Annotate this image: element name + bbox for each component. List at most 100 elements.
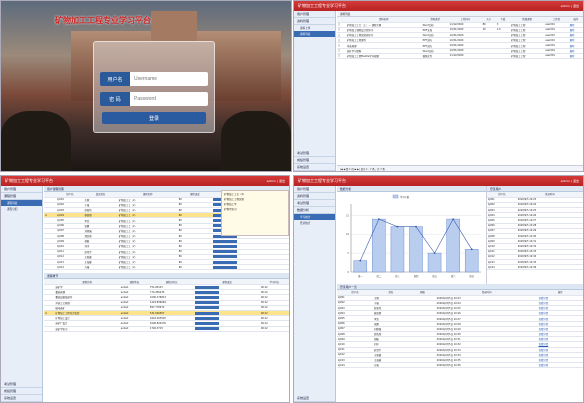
table-row[interactable]: kj003 赵新伟 2020年9月5日 10:25 查看详情 xyxy=(337,305,583,312)
sidebar-item-settings[interactable]: 系统设置 xyxy=(294,164,335,171)
progress-bar xyxy=(195,301,220,305)
progress-bar xyxy=(195,295,220,299)
y-tick-label: 0 xyxy=(348,271,350,274)
table-cell: 80 xyxy=(177,264,212,271)
progress-bar xyxy=(195,327,220,331)
progress-cell xyxy=(211,264,289,271)
chart-area: 数据分析 0 5 10 15 周一 周二 周三 周四 周五 周六 周日 学习人数 xyxy=(337,186,487,284)
progress-bar xyxy=(195,306,220,310)
sidebar-item-scores[interactable]: 成绩管理 xyxy=(294,157,335,164)
row-checkbox[interactable]: □ xyxy=(337,53,346,60)
sidebar-item-settings[interactable]: 系统设置 xyxy=(1,395,42,402)
sidebar-item-exams[interactable]: 考试管理 xyxy=(294,200,335,207)
row-checkbox[interactable] xyxy=(44,326,55,332)
table-row[interactable]: kj013 王海峰 2020年9月5日 10:35 查看详情 xyxy=(337,357,583,364)
table-cell: 2020/9/5 10:36 xyxy=(516,264,583,271)
table-row[interactable]: kj008 郑浩然 2020年9月5日 10:30 查看详情 xyxy=(337,331,583,338)
table-cell: user001 xyxy=(544,53,569,60)
progress-fill xyxy=(212,244,237,248)
header-title: 矿物加工工程专业学习平台 xyxy=(298,3,346,8)
bar xyxy=(464,249,479,273)
sidebar-sub-login-stats[interactable]: 登录统计 xyxy=(294,220,335,226)
progress-fill xyxy=(195,327,220,331)
table-cell: 矿物加工工（2） xyxy=(117,264,178,271)
table-cell: 选矿学实习 xyxy=(54,326,120,332)
table-row[interactable]: kj009 胡敏 2020年9月5日 10:31 查看详情 xyxy=(337,336,583,343)
app-title-banner: 矿物加工工程专业学习平台 xyxy=(55,16,151,25)
header-bar: 矿物加工工程专业学习平台 admin | 退出 xyxy=(294,176,583,186)
sidebar: 用户管理 课程管理 课程列表 课程分配 考试管理 成绩管理 系统设置 xyxy=(1,186,43,402)
table-row[interactable]: □ 矿物加工工程Mantle学习视频 视频文件 11/12/2020 矿物加工工程 use… xyxy=(337,53,583,60)
dropdown-option[interactable]: 矿物学实习 xyxy=(222,206,288,211)
header-user[interactable]: admin | 退出 xyxy=(561,179,579,183)
table-cell: 矿物加工工程 xyxy=(510,53,545,60)
sidebar-item-materials[interactable]: 资料管理 xyxy=(294,18,335,25)
password-input[interactable] xyxy=(130,92,208,106)
y-tick-label: 10 xyxy=(346,233,349,236)
table-cell: 11/12/2020 xyxy=(448,53,482,60)
sidebar-item-users[interactable]: 用户管理 xyxy=(294,186,335,193)
sidebar-item-exams[interactable]: 考试管理 xyxy=(1,381,42,388)
detail-link[interactable]: 查看详情 xyxy=(537,362,583,369)
sidebar-item-scores[interactable]: 成绩管理 xyxy=(1,388,42,395)
sidebar-sub-list[interactable]: 资料列表 xyxy=(294,31,335,37)
row-checkbox[interactable] xyxy=(44,264,57,271)
progress-bar xyxy=(195,321,220,325)
table-cell: kj014 xyxy=(56,264,84,271)
study-bar-chart: 0 5 10 15 周一 周二 周三 周四 周五 周六 周日 学习人数 xyxy=(346,194,481,278)
header-title: 矿物加工工程专业学习平台 xyxy=(298,178,346,183)
progress-bar xyxy=(195,290,220,294)
course-progress-screen: 矿物加工工程专业学习平台 admin | 退出 用户管理 课程管理 课程列表 课… xyxy=(0,175,290,403)
sidebar-item-analytics[interactable]: 数据分析 xyxy=(294,207,335,214)
progress-bar xyxy=(212,244,237,248)
table-row[interactable]: kj006 张鹏 2020年9月5日 10:28 查看详情 xyxy=(337,321,583,327)
login-button[interactable]: 登录 xyxy=(102,112,206,124)
table-row[interactable]: kj004 蔡凯朋 2020年9月5日 10:26 查看详情 xyxy=(337,310,583,317)
sidebar-item-users[interactable]: 用户管理 xyxy=(294,11,335,18)
table-row[interactable]: kj005 李浩 2020年9月5日 10:27 查看详情 xyxy=(337,315,583,322)
sidebar-item-settings[interactable]: 系统设置 xyxy=(294,395,335,402)
table-row[interactable]: 选矿学实习 ended 1740.3715 00:12 xyxy=(44,326,289,332)
sidebar-item-materials[interactable]: 资料管理 xyxy=(294,193,335,200)
table-row[interactable]: kj014 2020/9/5 10:36 xyxy=(487,264,583,271)
bar xyxy=(372,218,386,273)
pager[interactable]: |◀ ◀ 第 1 页 ▶ ▶| 显示 1 - 7 条，共 7 条 xyxy=(337,165,583,171)
table-cell: ended xyxy=(119,326,149,332)
table-cell: 矿物加工工程Mantle学习视频 xyxy=(345,53,422,60)
chapter-table: 课程名称 课程状态 课程总时长 课程进度 学习时长 选矿学 ended 751.83107 0… xyxy=(44,279,289,332)
materials-screen: 矿物加工工程专业学习平台 admin | 退出 用户管理 资料管理 资料上传 资… xyxy=(293,0,584,172)
username-input[interactable] xyxy=(130,72,208,86)
sidebar-item-exams[interactable]: 考试管理 xyxy=(294,150,335,157)
table-cell xyxy=(481,53,496,60)
progress-bar xyxy=(195,316,220,320)
materials-table: 资料名称 资料类型 上传时间 大小 下载 所属课程 上传者 操作 □ 矿物加工工艺（上）— 课程… xyxy=(337,17,583,60)
table-row[interactable]: kj001 王刚 2020年9月5日 10:23 查看详情 xyxy=(337,295,583,301)
login-list-table: 用户名 姓名 邮箱 登录时间 操作 kj001 王刚 2020年9月5日 10:23 查看详情… xyxy=(337,290,583,369)
sidebar-sub-course-assign[interactable]: 课程分配 xyxy=(1,206,42,212)
login-table: 用户名 登录时间 kj001 2020/9/5 10:23 kj002 2020/9/5… xyxy=(487,192,583,271)
progress-fill xyxy=(195,285,220,289)
analytics-screen: 矿物加工工程专业学习平台 admin | 退出 用户管理 资料管理 考试管理 数… xyxy=(293,175,584,403)
delete-link[interactable]: 删除 xyxy=(568,53,583,60)
table-row[interactable]: kj014 方强 矿物加工工（2） 80 xyxy=(44,264,289,271)
progress-fill xyxy=(195,301,220,305)
table-row[interactable]: kj010 刘洋 2020年9月5日 10:32 查看详情 xyxy=(337,341,583,348)
sidebar-bottom: 系统设置 xyxy=(294,395,335,402)
table-row[interactable]: kj014 方强 2020年9月5日 10:36 查看详情 xyxy=(337,362,583,369)
header-bar: 矿物加工工程专业学习平台 admin | 退出 xyxy=(294,1,583,11)
sidebar-item-users[interactable]: 用户管理 xyxy=(1,186,42,193)
sidebar-item-courses[interactable]: 课程管理 xyxy=(1,193,42,200)
sidebar-bottom: 考试管理 成绩管理 系统设置 xyxy=(1,381,42,402)
table-row[interactable]: kj007 刘德强 2020年9月5日 10:29 查看详情 xyxy=(337,326,583,333)
header-user[interactable]: admin | 退出 xyxy=(561,4,579,8)
table-cell: 00:12 xyxy=(259,326,289,332)
table-cell: 视频文件 xyxy=(421,53,449,60)
line-point xyxy=(396,225,399,228)
main-content: 数据分析 0 5 10 15 周一 周二 周三 周四 周五 周六 周日 学习人数 登录用户 用户名 登录… xyxy=(337,186,583,402)
table-row[interactable]: kj011 赵常宇 2020年9月5日 10:33 查看详情 xyxy=(337,347,583,353)
line-point xyxy=(433,252,436,255)
table-row[interactable]: kj002 于强 2020年9月5日 10:24 查看详情 xyxy=(337,300,583,307)
progress-fill xyxy=(212,255,237,259)
header-user[interactable]: admin | 退出 xyxy=(267,179,285,183)
table-row[interactable]: kj012 王新峰 2020年9月5日 10:34 查看详情 xyxy=(337,352,583,358)
